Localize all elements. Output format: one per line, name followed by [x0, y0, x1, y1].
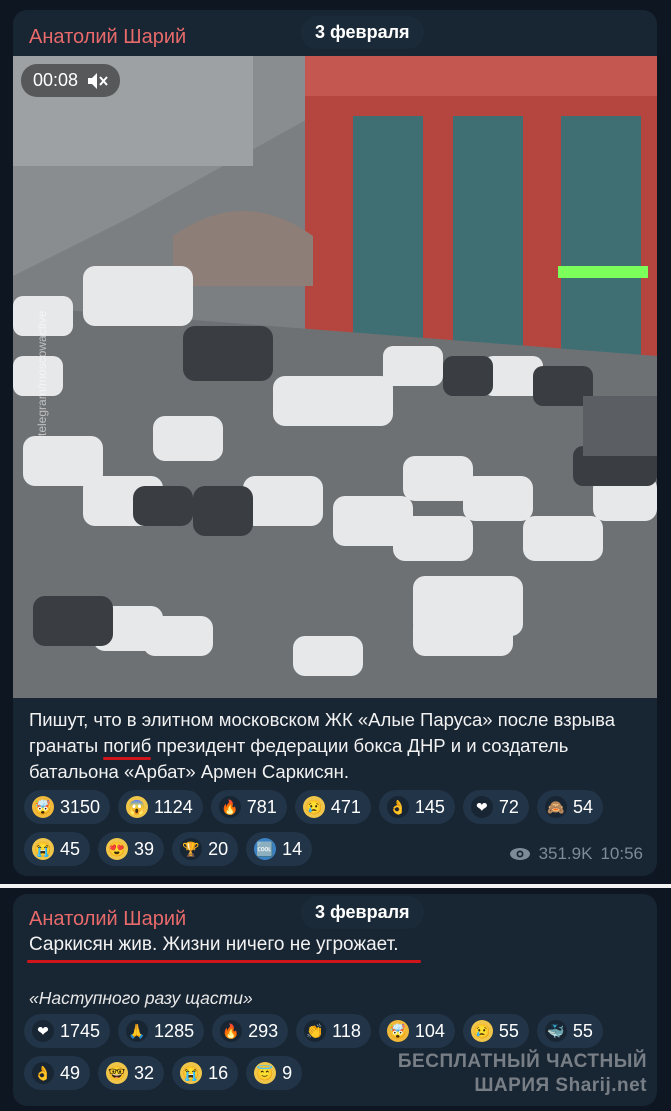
message-time: 10:56: [600, 844, 643, 863]
reaction-chip[interactable]: 🤯 3150: [24, 790, 111, 824]
whale-icon: 🐳: [544, 1020, 567, 1042]
video-frame: [13, 56, 657, 698]
reaction-chip[interactable]: 😢 55: [462, 1014, 529, 1048]
reaction-count: 55: [498, 1020, 519, 1041]
reaction-chip[interactable]: 🆒 14: [246, 832, 313, 866]
watermark-line: БЕСПЛАТНЫЙ ЧАСТНЫЙ: [397, 1051, 647, 1072]
reaction-count: 118: [332, 1020, 361, 1041]
reaction-count: 55: [572, 1020, 593, 1041]
heart-eyes-icon: 😍: [106, 838, 129, 860]
reaction-chip[interactable]: 🤓 32: [98, 1056, 165, 1090]
fire-icon: 🔥: [218, 796, 241, 818]
reaction-chip[interactable]: 🤯 104: [378, 1014, 455, 1048]
reaction-count: 49: [60, 1062, 81, 1083]
ok-hand-icon: 👌: [32, 1062, 54, 1084]
reaction-chip[interactable]: 😭 45: [24, 832, 91, 866]
crying-face-icon: 😢: [470, 1020, 493, 1042]
reaction-chip[interactable]: 😱 1124: [118, 790, 203, 824]
reaction-count: 781: [246, 796, 277, 817]
reaction-chip[interactable]: 😢 471: [294, 790, 371, 824]
video-watermark: telegram/moscowactive: [35, 310, 49, 436]
reaction-chip[interactable]: 🐳 55: [536, 1014, 603, 1048]
reaction-count: 293: [248, 1020, 279, 1041]
reaction-chip[interactable]: 🔥 293: [212, 1014, 289, 1048]
crying-face-icon: 😢: [302, 796, 325, 818]
reaction-chip[interactable]: 👌 49: [24, 1056, 91, 1090]
reaction-chip[interactable]: 👌 145: [378, 790, 455, 824]
reaction-count: 20: [208, 838, 229, 859]
channel-watermark: БЕСПЛАТНЫЙ ЧАСТНЫЙ ШАРИЯ Sharij.net: [398, 1050, 647, 1098]
view-count: 351.9K: [538, 844, 593, 863]
reaction-count: 14: [282, 838, 303, 859]
reaction-chip[interactable]: 🔥 781: [210, 790, 287, 824]
message-text: Саркисян жив. Жизни ничего не угрожает.: [29, 934, 399, 955]
reaction-count: 1745: [60, 1020, 101, 1041]
see-no-evil-monkey-icon: 🙈: [544, 796, 567, 818]
message-quote: «Наступного разу щасти»: [29, 988, 253, 1008]
underline-mark: [27, 960, 421, 963]
message-bubble[interactable]: 00:08 telegram/moscowactive Анатолий Шар…: [13, 10, 657, 876]
reaction-count: 471: [330, 796, 361, 817]
fire-icon: 🔥: [220, 1020, 243, 1042]
reaction-chip[interactable]: 😇 9: [246, 1056, 303, 1090]
reaction-count: 1285: [154, 1020, 195, 1041]
message-bubble[interactable]: Анатолий Шарий 3 февраля Саркисян жив. Ж…: [13, 894, 657, 1106]
underlined-word: погиб: [103, 735, 152, 756]
divider: [0, 884, 671, 888]
reaction-chip[interactable]: 👏 118: [296, 1014, 371, 1048]
reaction-chip[interactable]: ❤ 1745: [24, 1014, 111, 1048]
message-meta: 351.9K 10:56: [509, 844, 643, 864]
loudly-crying-face-icon: 😭: [32, 838, 54, 860]
halo-face-icon: 😇: [254, 1062, 277, 1084]
red-heart-icon: ❤: [32, 1020, 54, 1042]
cool-icon: 🆒: [254, 838, 277, 860]
channel-author[interactable]: Анатолий Шарий: [29, 26, 186, 49]
exploding-head-icon: 🤯: [32, 796, 54, 818]
video-duration-badge[interactable]: 00:08: [21, 64, 121, 97]
video-duration: 00:08: [33, 70, 79, 90]
watermark-line: ШАРИЯ Sharij.net: [474, 1075, 647, 1096]
date-badge: 3 февраля: [301, 16, 424, 49]
reaction-count: 1124: [154, 796, 193, 817]
reaction-chip[interactable]: 🙏 1285: [118, 1014, 205, 1048]
reaction-count: 32: [134, 1062, 155, 1083]
date-badge: 3 февраля: [301, 896, 424, 929]
screaming-face-icon: 😱: [126, 796, 149, 818]
video-player[interactable]: 00:08 telegram/moscowactive: [13, 56, 657, 698]
exploding-head-icon: 🤯: [386, 1020, 409, 1042]
reaction-count: 45: [60, 838, 81, 859]
reaction-count: 3150: [60, 796, 101, 817]
reaction-count: 16: [208, 1062, 229, 1083]
clapping-hands-icon: 👏: [304, 1020, 327, 1042]
reaction-chip[interactable]: 😍 39: [98, 832, 165, 866]
reaction-count: 145: [414, 796, 445, 817]
reaction-count: 104: [414, 1020, 445, 1041]
reaction-count: 39: [134, 838, 155, 859]
reaction-count: 54: [572, 796, 593, 817]
reaction-chip[interactable]: 😭 16: [172, 1056, 239, 1090]
folded-hands-icon: 🙏: [126, 1020, 149, 1042]
reaction-count: 9: [282, 1062, 293, 1083]
ok-hand-icon: 👌: [386, 796, 409, 818]
trophy-icon: 🏆: [180, 838, 203, 860]
reaction-chip[interactable]: ❤ 72: [462, 790, 529, 824]
mute-icon[interactable]: [86, 71, 108, 91]
loudly-crying-face-icon: 😭: [180, 1062, 203, 1084]
reaction-chip[interactable]: 🙈 54: [536, 790, 603, 824]
red-heart-icon: ❤: [470, 796, 493, 818]
reaction-chip[interactable]: 🏆 20: [172, 832, 239, 866]
channel-author[interactable]: Анатолий Шарий: [29, 908, 186, 931]
reaction-count: 72: [498, 796, 519, 817]
message-text: Пишут, что в элитном московском ЖК «Алые…: [29, 707, 649, 785]
eye-icon: [509, 848, 530, 860]
nerd-face-icon: 🤓: [106, 1062, 129, 1084]
